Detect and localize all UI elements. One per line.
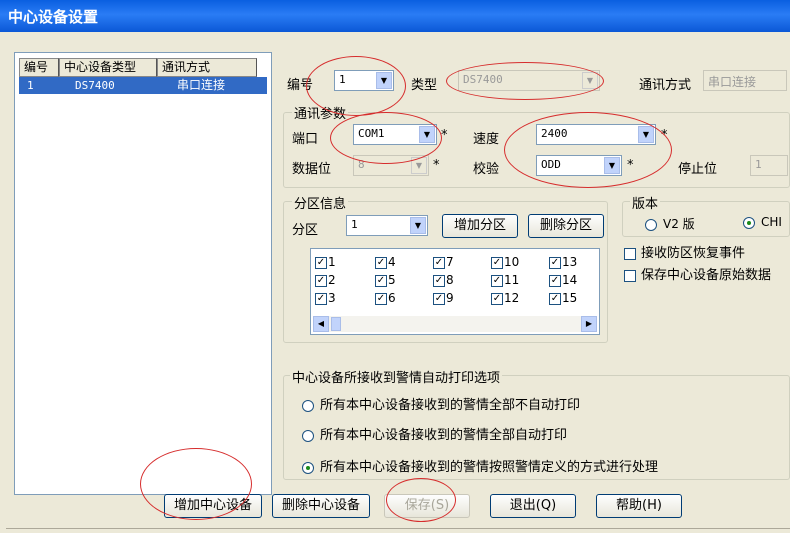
type-value: DS7400 — [463, 73, 503, 86]
radio-icon — [302, 429, 314, 442]
column-header-type[interactable]: 中心设备类型 — [59, 58, 157, 77]
radio-icon — [743, 216, 755, 229]
stopbits-value: 1 — [755, 158, 762, 171]
save-button[interactable]: 保存(S) — [384, 494, 470, 518]
save-raw-checkbox[interactable]: 保存中心设备原始数据 — [624, 264, 771, 283]
print-option-all[interactable]: 所有本中心设备接收到的警情全部自动打印 — [302, 424, 567, 443]
checkbox-icon — [624, 269, 636, 282]
add-device-button[interactable]: 增加中心设备 — [164, 494, 262, 518]
zone-checkbox[interactable]: ✓ 9 — [433, 291, 454, 305]
chevron-down-icon[interactable]: ▼ — [419, 126, 435, 143]
chevron-down-icon[interactable]: ▼ — [410, 217, 426, 234]
print-option-defined[interactable]: 所有本中心设备接收到的警情按照警情定义的方式进行处理 — [302, 456, 658, 475]
zone-checkbox[interactable]: ✓ 13 — [549, 255, 577, 269]
device-list[interactable]: 编号 中心设备类型 通讯方式 1 DS7400 串口连接 — [14, 52, 272, 495]
comm-params-title: 通讯参数 — [292, 103, 349, 122]
parity-label: 校验 — [473, 162, 500, 177]
chevron-left-icon[interactable]: ◀ — [313, 316, 329, 332]
receive-restore-checkbox[interactable]: 接收防区恢复事件 — [624, 242, 745, 261]
help-button[interactable]: 帮助(H) — [596, 494, 682, 518]
port-label: 端口 — [292, 132, 319, 147]
horizontal-scrollbar[interactable]: ◀ ▶ — [313, 316, 597, 332]
zone-checkbox[interactable]: ✓ 3 — [315, 291, 336, 305]
zone-checkbox[interactable]: ✓ 1 — [315, 255, 336, 269]
parity-select[interactable]: ODD ▼ — [536, 155, 622, 176]
column-header-number[interactable]: 编号 — [19, 58, 59, 77]
comm-field[interactable]: 串口连接 — [703, 70, 787, 91]
radio-icon — [645, 218, 657, 231]
zone-checkbox[interactable]: ✓ 12 — [491, 291, 519, 305]
zone-checkbox[interactable]: ✓ 10 — [491, 255, 519, 269]
zone-checkbox-list[interactable]: ✓ 1 ✓ 2 ✓ 3 ✓ 4 ✓ 5 ✓ 6 ✓ 7 ✓ 8 ✓ 9 ✓ 10 ✓ 11 ✓ 12 ✓… — [310, 248, 600, 335]
zone-checkbox[interactable]: ✓ 8 — [433, 273, 454, 287]
number-value: 1 — [339, 73, 346, 86]
row-type: DS7400 — [75, 79, 115, 92]
comm-value: 串口连接 — [708, 75, 757, 89]
chi-radio[interactable]: CHI — [743, 215, 782, 230]
column-header-comm[interactable]: 通讯方式 — [157, 58, 257, 77]
number-label: 编号 — [287, 78, 314, 93]
row-id: 1 — [27, 79, 34, 92]
type-label: 类型 — [411, 78, 438, 93]
zone-checkbox[interactable]: ✓ 7 — [433, 255, 454, 269]
add-zone-button[interactable]: 增加分区 — [442, 214, 518, 238]
required-mark: * — [627, 158, 634, 173]
delete-zone-button[interactable]: 删除分区 — [528, 214, 604, 238]
chevron-right-icon[interactable]: ▶ — [581, 316, 597, 332]
zone-checkbox[interactable]: ✓ 14 — [549, 273, 577, 287]
required-mark: * — [433, 158, 440, 173]
delete-device-button[interactable]: 删除中心设备 — [272, 494, 370, 518]
zone-checkbox[interactable]: ✓ 4 — [375, 255, 396, 269]
scroll-thumb[interactable] — [331, 317, 341, 331]
version-title: 版本 — [630, 193, 661, 212]
port-select[interactable]: COM1 ▼ — [353, 124, 437, 145]
checkbox-icon — [624, 247, 636, 260]
chevron-down-icon[interactable]: ▼ — [582, 72, 598, 89]
databits-value: 8 — [358, 158, 365, 171]
stopbits-label: 停止位 — [678, 162, 718, 177]
zone-checkbox[interactable]: ✓ 5 — [375, 273, 396, 287]
chevron-down-icon[interactable]: ▼ — [411, 157, 427, 174]
row-comm: 串口连接 — [177, 78, 226, 92]
chevron-down-icon[interactable]: ▼ — [604, 157, 620, 174]
chevron-down-icon[interactable]: ▼ — [376, 72, 392, 89]
zone-checkbox[interactable]: ✓ 6 — [375, 291, 396, 305]
window-title: 中心设备设置 — [8, 8, 99, 26]
exit-button[interactable]: 退出(Q) — [490, 494, 576, 518]
zone-select[interactable]: 1 ▼ — [346, 215, 428, 236]
number-select[interactable]: 1 ▼ — [334, 70, 394, 91]
zone-value: 1 — [351, 218, 358, 231]
speed-value: 2400 — [541, 127, 568, 140]
speed-label: 速度 — [473, 132, 500, 147]
type-select[interactable]: DS7400 ▼ — [458, 70, 600, 91]
bottom-divider — [6, 528, 790, 529]
databits-label: 数据位 — [292, 162, 332, 177]
port-value: COM1 — [358, 127, 385, 140]
partition-title: 分区信息 — [292, 193, 349, 212]
required-mark: * — [661, 128, 668, 143]
auto-print-title: 中心设备所接收到警情自动打印选项 — [290, 367, 503, 386]
speed-select[interactable]: 2400 ▼ — [536, 124, 656, 145]
required-mark: * — [441, 128, 448, 143]
zone-checkbox[interactable]: ✓ 15 — [549, 291, 577, 305]
print-option-none[interactable]: 所有本中心设备接收到的警情全部不自动打印 — [302, 394, 580, 413]
databits-select[interactable]: 8 ▼ — [353, 155, 429, 176]
radio-icon — [302, 399, 314, 412]
radio-icon — [302, 461, 314, 474]
title-bar — [0, 0, 790, 32]
table-row[interactable]: 1 DS7400 串口连接 — [19, 77, 267, 94]
zone-checkbox[interactable]: ✓ 11 — [491, 273, 519, 287]
stopbits-select[interactable]: 1 — [750, 155, 788, 176]
parity-value: ODD — [541, 158, 561, 171]
zone-checkbox[interactable]: ✓ 2 — [315, 273, 336, 287]
v2-radio[interactable]: V2 版 — [645, 215, 695, 232]
chevron-down-icon[interactable]: ▼ — [638, 126, 654, 143]
comm-label: 通讯方式 — [639, 78, 692, 93]
zone-label: 分区 — [292, 223, 319, 238]
list-header: 编号 中心设备类型 通讯方式 — [19, 58, 257, 77]
